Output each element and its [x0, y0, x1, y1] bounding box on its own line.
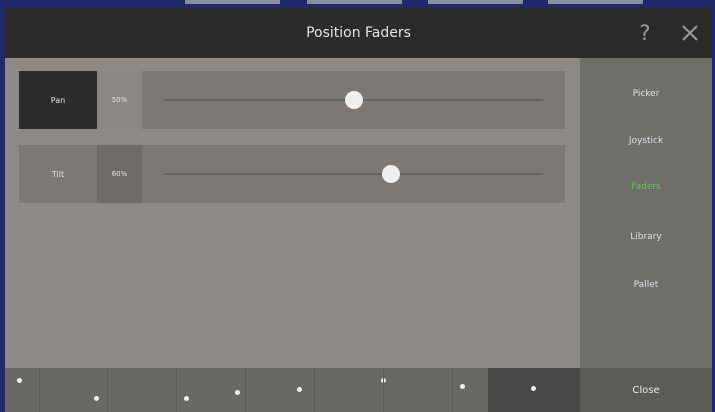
position-slot[interactable]: [5, 368, 74, 412]
bottom-bar: Close: [5, 368, 712, 412]
divider: [314, 368, 315, 412]
position-slot[interactable]: [418, 368, 489, 412]
mode-sidebar: Picker Joystick Faders Library Pallet: [580, 58, 712, 368]
background-tab: [185, 0, 280, 4]
nav-item-picker[interactable]: Picker: [580, 82, 712, 106]
fader-thumb[interactable]: [382, 165, 401, 183]
position-slot[interactable]: [73, 368, 143, 412]
position-dot: [531, 386, 536, 391]
divider: [39, 368, 40, 412]
divider: [107, 368, 108, 412]
fader-thumb[interactable]: [344, 91, 363, 109]
nav-item-pallet[interactable]: Pallet: [580, 273, 712, 297]
close-icon[interactable]: [675, 17, 705, 49]
divider: [176, 368, 177, 412]
track-line: [164, 173, 543, 175]
position-slot[interactable]: [211, 368, 281, 412]
fader-label: Pan: [19, 71, 97, 129]
divider: [383, 368, 384, 412]
background-app-strip: [0, 0, 715, 7]
position-dot: [17, 378, 22, 383]
fader-panel: Pan 50% Tilt 60%: [5, 58, 580, 368]
fader-row-tilt: Tilt 60%: [19, 145, 565, 203]
close-button[interactable]: Close: [580, 368, 712, 412]
dialog-title: Position Faders: [306, 25, 411, 41]
background-tab: [548, 0, 643, 4]
position-dot: [460, 384, 465, 389]
position-slot[interactable]: [142, 368, 212, 412]
fader-value: 60%: [97, 145, 142, 203]
fader-value: 50%: [97, 71, 142, 129]
fader-track[interactable]: [142, 145, 565, 203]
fader-row-pan: Pan 50%: [19, 71, 565, 129]
nav-item-joystick[interactable]: Joystick: [580, 129, 712, 153]
position-dot: [235, 390, 240, 395]
position-slot-selected[interactable]: [488, 368, 581, 412]
background-tab: [428, 0, 523, 4]
nav-item-library[interactable]: Library: [580, 225, 712, 249]
divider: [245, 368, 246, 412]
help-button[interactable]: ?: [630, 17, 660, 49]
fader-track[interactable]: [142, 71, 565, 129]
background-tab: [307, 0, 402, 4]
position-dot: [94, 396, 99, 401]
position-slot[interactable]: [349, 368, 419, 412]
position-slot[interactable]: [280, 368, 350, 412]
title-bar: Position Faders ?: [5, 8, 712, 58]
divider: [452, 368, 453, 412]
position-faders-dialog: Position Faders ? Pan 50% Tilt 60% Picke…: [5, 8, 712, 412]
position-dot: [297, 387, 302, 392]
nav-item-faders[interactable]: Faders: [580, 175, 712, 199]
fader-label: Tilt: [19, 145, 97, 203]
position-dot: [184, 396, 189, 401]
